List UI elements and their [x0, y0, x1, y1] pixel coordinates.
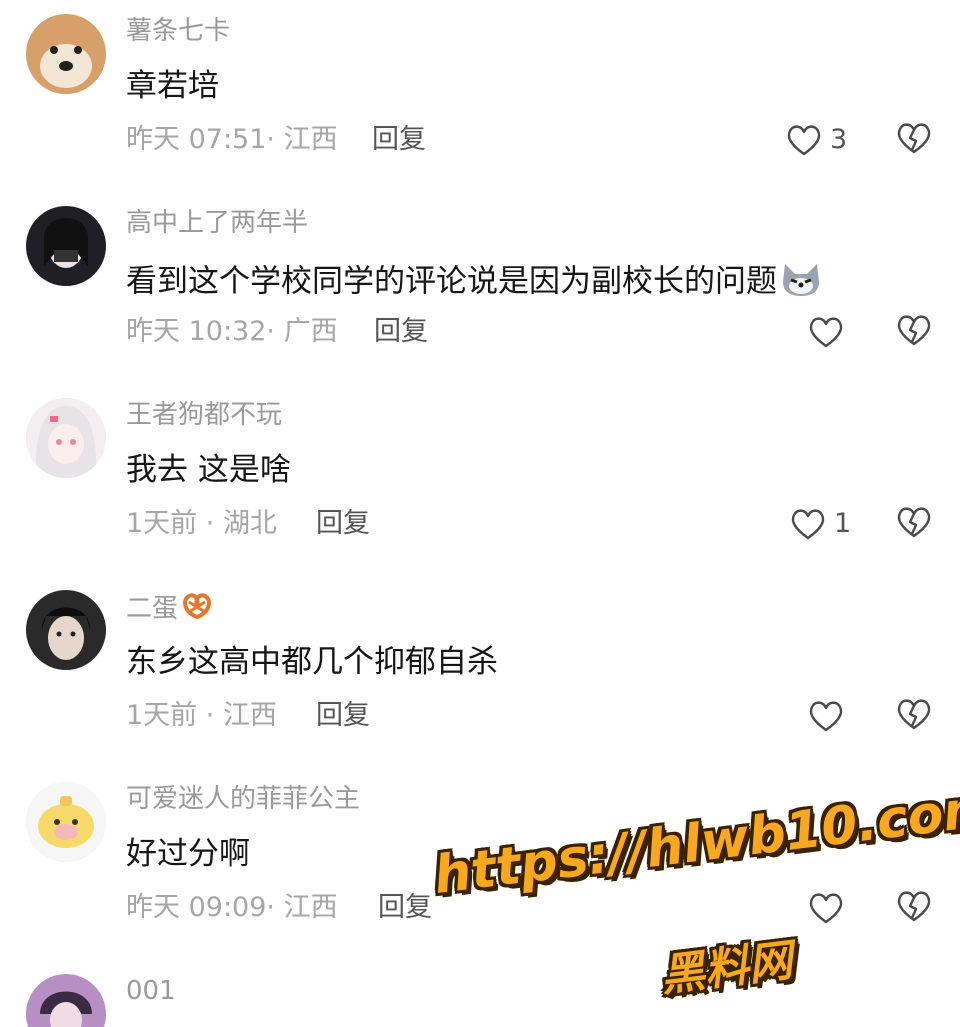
- reply-button[interactable]: 回复: [374, 314, 428, 350]
- comment-text: 好过分啊: [126, 836, 250, 872]
- like-button[interactable]: [806, 310, 852, 354]
- heart-outline-icon: [809, 701, 843, 732]
- avatar[interactable]: [26, 974, 106, 1027]
- dislike-button[interactable]: [894, 694, 938, 738]
- username[interactable]: 王者狗都不玩: [126, 398, 282, 432]
- dislike-button[interactable]: [894, 886, 938, 930]
- comment-item: 可爱迷人的菲菲公主 好过分啊 昨天 09:09· 江西 回复: [0, 768, 960, 958]
- comment-meta: 昨天 10:32· 广西: [126, 316, 338, 347]
- username[interactable]: 高中上了两年半: [126, 206, 308, 240]
- broken-heart-icon: [897, 315, 931, 346]
- heart-outline-icon: [791, 509, 825, 540]
- username-text: 二蛋: [126, 594, 179, 624]
- like-button[interactable]: 3: [784, 118, 847, 162]
- comment-location: 江西: [222, 700, 277, 731]
- comment-location: 江西: [283, 892, 338, 923]
- heart-outline-icon: [809, 317, 843, 348]
- avatar[interactable]: [26, 590, 106, 670]
- comment-item: 高中上了两年半 看到这个学校同学的评论说是因为副校长的问题 昨天 10:32· …: [0, 192, 960, 382]
- username[interactable]: 001: [126, 974, 176, 1008]
- like-count: 3: [830, 124, 848, 155]
- broken-heart-icon: [897, 891, 931, 922]
- comment-text-body: 看到这个学校同学的评论说是因为副校长的问题: [126, 263, 777, 300]
- comment-time: 1天前: [126, 700, 198, 731]
- username[interactable]: 薯条七卡: [126, 14, 230, 48]
- comment-item: 二蛋 东乡这高中都几个抑郁自杀 1天前 · 江西 回复: [0, 576, 960, 766]
- avatar[interactable]: [26, 206, 106, 286]
- broken-heart-icon: [897, 507, 931, 538]
- username[interactable]: 可爱迷人的菲菲公主: [126, 782, 360, 816]
- comment-time: 昨天 10:32: [126, 316, 267, 347]
- comment-meta: 1天前 · 江西: [126, 700, 277, 731]
- comment-item: 薯条七卡 章若培 昨天 07:51· 江西 回复 3: [0, 0, 960, 190]
- comment-text: 东乡这高中都几个抑郁自杀: [126, 644, 498, 680]
- comment-item: 王者狗都不玩 我去 这是啥 1天前 · 湖北 回复 1: [0, 384, 960, 574]
- dislike-button[interactable]: [894, 118, 938, 162]
- broken-heart-icon: [897, 123, 931, 154]
- like-button[interactable]: 1: [788, 502, 851, 546]
- dislike-button[interactable]: [894, 310, 938, 354]
- avatar[interactable]: [26, 782, 106, 862]
- reply-button[interactable]: 回复: [316, 506, 370, 542]
- comment-time: 1天前: [126, 508, 198, 539]
- avatar[interactable]: [26, 14, 106, 94]
- comment-meta: 昨天 07:51· 江西: [126, 124, 338, 155]
- comment-time: 昨天 09:09: [126, 892, 267, 923]
- pretzel-badge-icon: [180, 590, 214, 629]
- heart-outline-icon: [809, 893, 843, 924]
- wolf-emoji-icon: [779, 258, 823, 308]
- reply-button[interactable]: 回复: [316, 698, 370, 734]
- broken-heart-icon: [897, 699, 931, 730]
- heart-outline-icon: [787, 125, 821, 156]
- comment-text: 我去 这是啥: [126, 452, 291, 488]
- reply-button[interactable]: 回复: [372, 122, 426, 158]
- dislike-button[interactable]: [894, 502, 938, 546]
- username[interactable]: 二蛋: [126, 590, 214, 629]
- comment-item: 001: [0, 960, 960, 1027]
- comment-location: 广西: [283, 316, 338, 347]
- comment-text: 章若培: [126, 68, 219, 104]
- reply-button[interactable]: 回复: [378, 890, 432, 926]
- comment-text: 看到这个学校同学的评论说是因为副校长的问题: [126, 258, 823, 308]
- like-button[interactable]: [806, 694, 852, 738]
- comment-location: 湖北: [222, 508, 277, 539]
- comment-meta: 昨天 09:09· 江西: [126, 892, 338, 923]
- like-button[interactable]: [806, 886, 852, 930]
- comment-meta: 1天前 · 湖北: [126, 508, 277, 539]
- avatar[interactable]: [26, 398, 106, 478]
- comment-location: 江西: [283, 124, 338, 155]
- like-count: 1: [834, 508, 852, 539]
- comment-time: 昨天 07:51: [126, 124, 267, 155]
